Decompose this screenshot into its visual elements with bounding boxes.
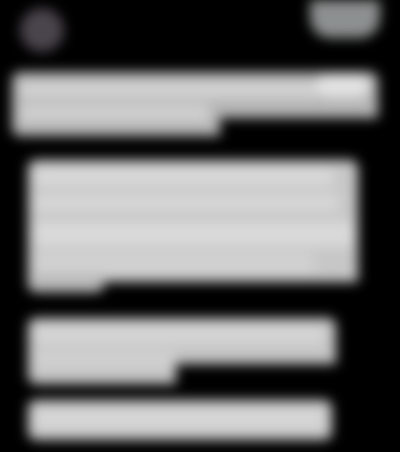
header-action-button[interactable]: [310, 0, 380, 38]
block-2-line-2: [34, 194, 339, 212]
block-2-line-1: [34, 168, 334, 186]
block-3-line-1: [34, 326, 324, 344]
block-2-line-5: [34, 274, 104, 290]
block-1-pill[interactable]: [316, 74, 370, 98]
blurred-screen: [0, 0, 400, 452]
top-bar: [0, 0, 400, 58]
username: [74, 16, 194, 34]
block-4-line-1: [34, 410, 324, 428]
avatar[interactable]: [20, 8, 64, 52]
block-2-line-4: [34, 252, 314, 274]
block-1-gap-2: [12, 136, 392, 154]
block-1-line-2: [20, 104, 210, 122]
block-2-line-3: [34, 222, 354, 246]
block-2-gap: [100, 282, 380, 304]
block-1-line-1: [20, 82, 320, 98]
block-3-gap: [176, 364, 376, 386]
block-3-line-2: [34, 350, 174, 368]
